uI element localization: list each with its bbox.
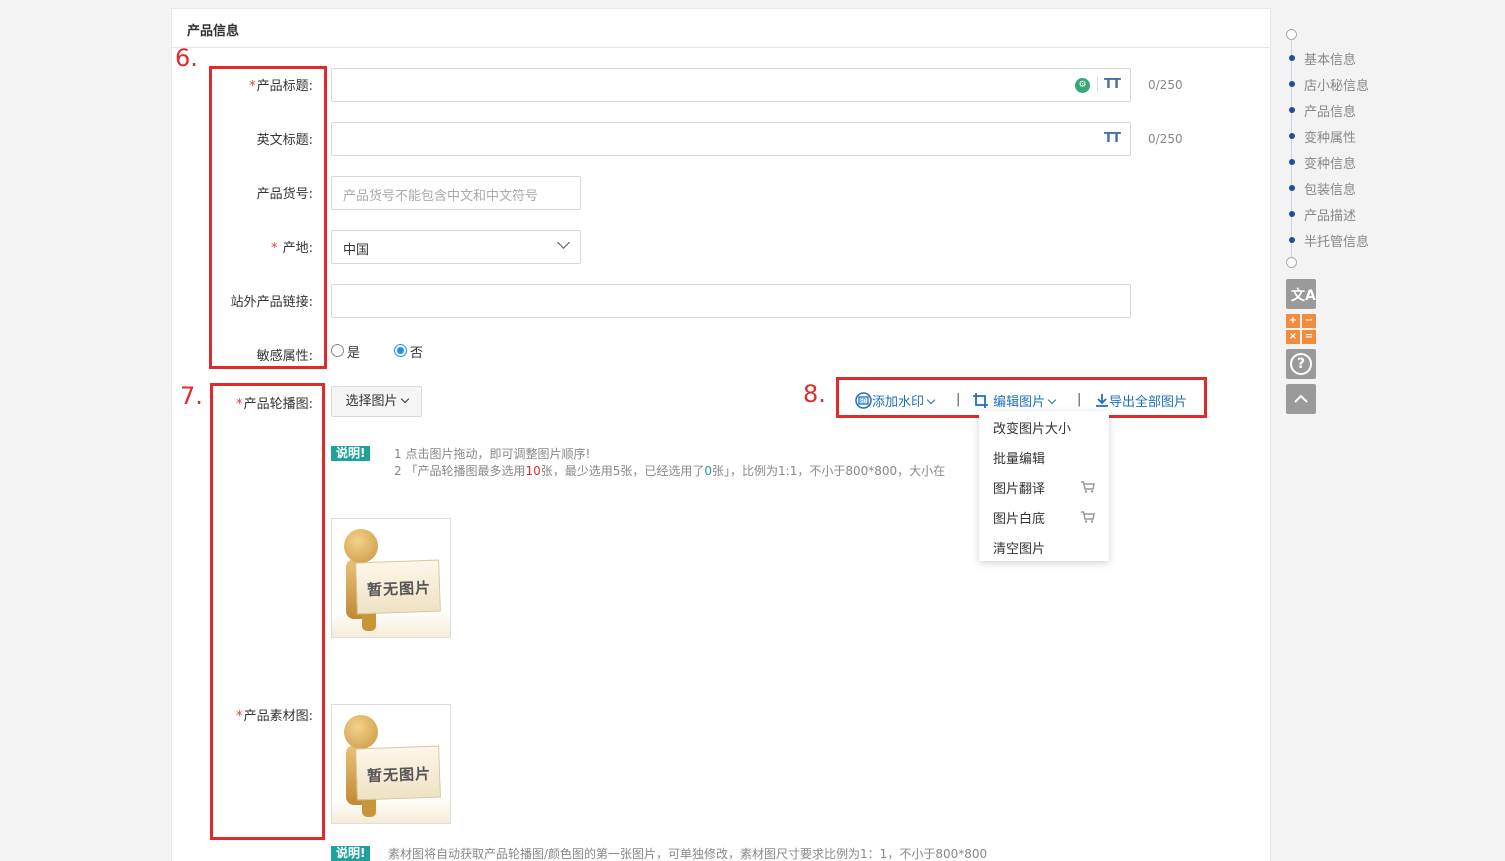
crop-icon xyxy=(973,393,988,408)
calc-equals-icon: = xyxy=(1302,330,1316,344)
material-label: *产品素材图: xyxy=(236,709,313,724)
nav-start-ring xyxy=(1286,29,1297,40)
side-nav-product-info[interactable]: 产品信息 xyxy=(1304,101,1356,120)
note-badge: 说明! xyxy=(331,446,371,461)
side-nav-store-info[interactable]: 店小秘信息 xyxy=(1304,75,1369,94)
calc-times-icon: × xyxy=(1286,330,1300,344)
divider xyxy=(1097,77,1098,93)
nav-dot xyxy=(1289,81,1295,87)
side-nav-variant-attrs[interactable]: 变种属性 xyxy=(1304,127,1356,146)
sensitive-yes-label[interactable]: 是 xyxy=(347,342,360,361)
placeholder-text: 暂无图片 xyxy=(366,764,432,786)
watermark-icon: 印 xyxy=(855,392,872,409)
help-icon: ? xyxy=(1290,353,1312,375)
calculator-button[interactable]: + − × = xyxy=(1286,314,1316,344)
cart-icon xyxy=(1081,481,1095,493)
svg-text:印: 印 xyxy=(860,398,866,405)
origin-select[interactable]: 中国 xyxy=(331,230,581,264)
edit-image-button[interactable]: 编辑图片 xyxy=(972,391,1057,410)
annotation-box-7 xyxy=(210,383,325,840)
origin-label: * 产地: xyxy=(270,241,313,256)
annotation-marker-8: 8. xyxy=(803,380,826,408)
download-icon xyxy=(1096,394,1108,407)
toolbar-separator: | xyxy=(1077,392,1082,407)
side-nav-package-info[interactable]: 包装信息 xyxy=(1304,179,1356,198)
nav-dot xyxy=(1289,237,1295,243)
menu-item-white-bg[interactable]: 图片白底 xyxy=(993,508,1045,527)
help-button[interactable]: ? xyxy=(1286,349,1316,379)
chatgpt-icon[interactable]: ⚙ xyxy=(1075,78,1090,93)
carousel-note-line1: 1 点击图片拖动，即可调整图片顺序! xyxy=(394,447,591,461)
english-title-label: 英文标题: xyxy=(256,133,313,148)
carousel-note-line2: 2 「产品轮播图最多选用10张，最少选用5张，已经选用了0张」，比例为1:1，不… xyxy=(394,464,946,478)
calc-plus-icon: + xyxy=(1286,314,1300,328)
side-nav-variant-info[interactable]: 变种信息 xyxy=(1304,153,1356,172)
menu-item-batch-edit[interactable]: 批量编辑 xyxy=(993,448,1045,467)
external-link-input[interactable] xyxy=(331,284,1131,318)
menu-item-clear[interactable]: 清空图片 xyxy=(993,538,1045,557)
sensitive-no-label[interactable]: 否 xyxy=(410,342,423,361)
product-title-count: 0/250 xyxy=(1148,78,1183,92)
sku-placeholder: 产品货号不能包含中文和中文符号 xyxy=(343,189,539,204)
sensitive-yes-radio[interactable] xyxy=(331,344,344,357)
choose-image-button[interactable]: 选择图片 xyxy=(331,386,422,417)
text-case-icon[interactable]: TT xyxy=(1104,77,1121,92)
origin-value: 中国 xyxy=(343,243,370,258)
nav-dot xyxy=(1289,55,1295,61)
chevron-down-icon xyxy=(557,236,570,249)
nav-dot xyxy=(1289,133,1295,139)
product-title-label: *产品标题: xyxy=(249,79,313,94)
material-note: 素材图将自动获取产品轮播图/颜色图的第一张图片，可单独修改，素材图尺寸要求比例为… xyxy=(388,847,988,861)
cart-icon xyxy=(1081,511,1095,523)
calc-minus-icon: − xyxy=(1302,314,1316,328)
side-nav-description[interactable]: 产品描述 xyxy=(1304,205,1356,224)
nav-dot xyxy=(1289,211,1295,217)
nav-dot xyxy=(1289,185,1295,191)
annotation-marker-6: 6. xyxy=(175,44,198,72)
nav-track xyxy=(1291,36,1292,264)
translate-button[interactable]: 文A xyxy=(1286,279,1316,309)
export-all-images-button[interactable]: 导出全部图片 xyxy=(1095,391,1187,410)
material-placeholder-image[interactable]: 暂无图片 xyxy=(331,704,451,824)
menu-item-translate[interactable]: 图片翻译 xyxy=(993,478,1045,497)
external-link-label: 站外产品链接: xyxy=(230,295,313,310)
english-title-input[interactable]: TT xyxy=(331,122,1131,156)
menu-item-resize[interactable]: 改变图片大小 xyxy=(993,418,1071,437)
annotation-box-6 xyxy=(209,66,327,369)
carousel-label: *产品轮播图: xyxy=(236,397,313,412)
side-nav-semi-managed[interactable]: 半托管信息 xyxy=(1304,231,1369,250)
sku-label: 产品货号: xyxy=(256,187,313,202)
sensitive-no-radio[interactable] xyxy=(394,344,407,357)
toolbar-separator: | xyxy=(956,392,961,407)
sensitive-label: 敏感属性: xyxy=(256,349,313,364)
text-case-icon[interactable]: TT xyxy=(1104,131,1121,146)
english-title-count: 0/250 xyxy=(1148,132,1183,146)
nav-end-ring xyxy=(1286,257,1297,268)
back-to-top-button[interactable] xyxy=(1286,384,1316,414)
edit-image-menu: 改变图片大小 批量编辑 图片翻译 图片白底 清空图片 xyxy=(979,411,1109,561)
product-title-input[interactable]: ⚙ TT xyxy=(331,68,1131,102)
add-watermark-button[interactable]: 印添加水印 xyxy=(855,391,936,410)
carousel-placeholder-image[interactable]: 暂无图片 xyxy=(331,518,451,638)
divider xyxy=(172,47,1270,48)
sku-input[interactable]: 产品货号不能包含中文和中文符号 xyxy=(331,176,581,210)
nav-dot xyxy=(1289,107,1295,113)
placeholder-text: 暂无图片 xyxy=(366,578,432,600)
side-nav-basic-info[interactable]: 基本信息 xyxy=(1304,49,1356,68)
chevron-up-icon xyxy=(1294,394,1308,403)
section-title: 产品信息 xyxy=(187,24,240,39)
note-badge: 说明! xyxy=(331,846,371,861)
nav-dot xyxy=(1289,159,1295,165)
translate-icon: 文A xyxy=(1291,288,1316,304)
